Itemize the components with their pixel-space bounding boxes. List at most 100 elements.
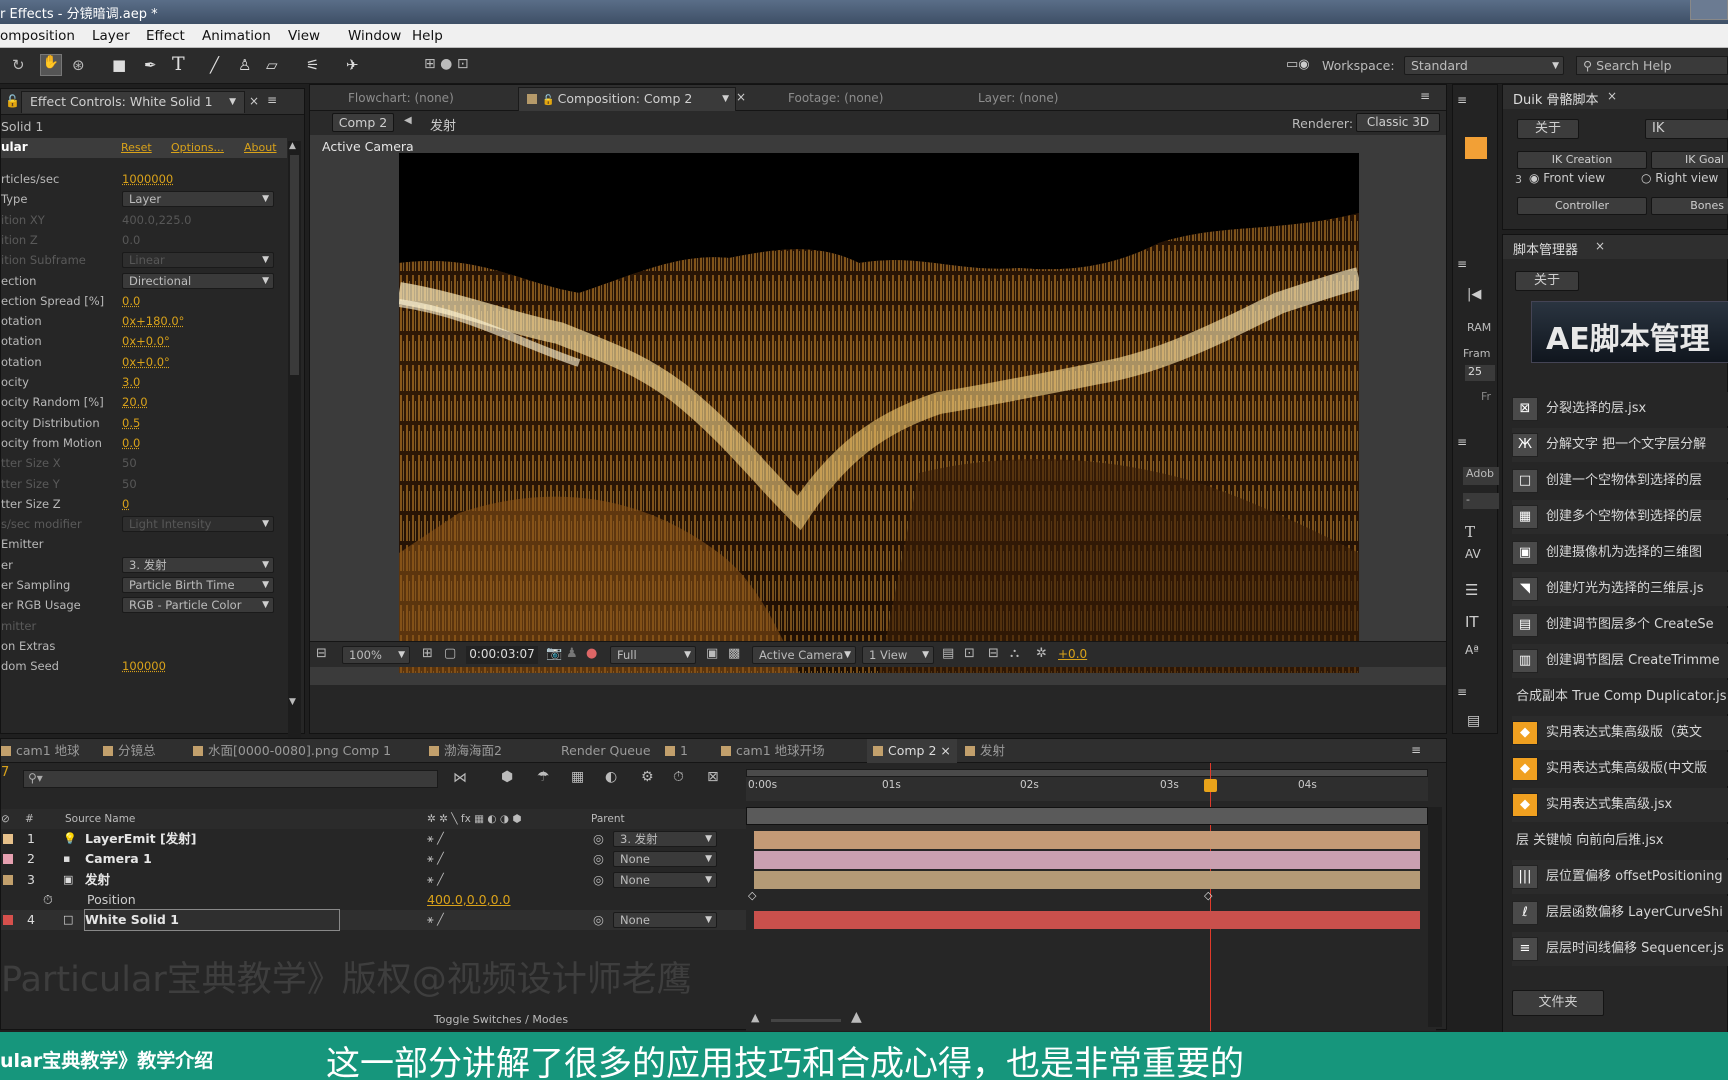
script-item[interactable]: ⊠ 分裂选择的层.jsx bbox=[1512, 392, 1728, 426]
always-preview-icon[interactable]: ⊟ bbox=[316, 646, 327, 661]
exposure-value[interactable]: +0.0 bbox=[1058, 647, 1087, 661]
frame-blending-icon[interactable]: ▦ bbox=[571, 769, 584, 785]
pickwhip-icon[interactable]: ◎ bbox=[593, 849, 604, 869]
mask-visibility-icon[interactable]: ▢ bbox=[444, 646, 456, 661]
front-view-radio[interactable]: ◉ Front view bbox=[1529, 171, 1605, 185]
pickwhip-icon[interactable]: ◎ bbox=[593, 910, 604, 930]
flowchart-icon[interactable]: ⛬ bbox=[1010, 646, 1019, 661]
script-item[interactable]: ◆ 实用表达式集高级版（英文 bbox=[1512, 716, 1728, 750]
resolution-select[interactable]: Full ▼ bbox=[610, 646, 696, 664]
menu-item[interactable]: Animation bbox=[202, 28, 271, 44]
show-snapshot-icon[interactable]: ♟ bbox=[566, 646, 578, 661]
property-select[interactable]: RGB - Particle Color ▼ bbox=[122, 597, 274, 614]
duik-tab[interactable]: Duik 骨骼脚本 bbox=[1513, 89, 1599, 108]
ik-tab-button[interactable]: IK bbox=[1645, 119, 1728, 139]
script-manager-tab[interactable]: 脚本管理器 bbox=[1513, 239, 1578, 258]
menu-item[interactable]: View bbox=[288, 28, 320, 44]
pickwhip-icon[interactable]: ◎ bbox=[593, 870, 604, 890]
rotate-tool-icon[interactable]: ↻ bbox=[12, 56, 25, 74]
timeline-scrollbar[interactable] bbox=[1428, 807, 1442, 1027]
current-time-field[interactable]: 0:00:03:07 bbox=[466, 646, 538, 664]
scroll-up-icon[interactable]: ▲ bbox=[289, 141, 296, 151]
panel-menu-icon[interactable]: ≡ bbox=[1457, 685, 1467, 699]
timeline-tab[interactable]: Comp 2 × bbox=[867, 739, 957, 763]
draft-3d-icon[interactable]: ⬢ bbox=[501, 769, 513, 785]
script-item[interactable]: 合成副本 True Comp Duplicator.js bbox=[1512, 680, 1728, 714]
renderer-select[interactable]: Classic 3D bbox=[1356, 113, 1440, 132]
color-swatch[interactable] bbox=[1465, 137, 1487, 159]
script-item[interactable]: ▣ 创建摄像机为选择的三维图 bbox=[1512, 536, 1728, 570]
bones-button[interactable]: Bones bbox=[1651, 197, 1728, 215]
effect-controls-scrollbar[interactable]: ▲ ▼ bbox=[288, 141, 301, 793]
property-select[interactable]: 3. 发射 ▼ bbox=[122, 556, 274, 573]
property-select[interactable]: Directional ▼ bbox=[122, 272, 274, 289]
property-value[interactable]: 0.0 bbox=[122, 433, 140, 453]
about-link[interactable]: About bbox=[244, 141, 277, 154]
layer-switches[interactable]: ⚹ ╱ bbox=[427, 870, 444, 890]
tab-layer[interactable]: Layer: (none) bbox=[978, 85, 1058, 111]
parent-select[interactable]: None ▼ bbox=[613, 851, 717, 868]
stopwatch-icon[interactable]: ⏱ bbox=[43, 890, 53, 910]
timeline-graph[interactable]: 0:00s 01s 02s 03s 04s ◇ ◇ bbox=[746, 763, 1442, 1031]
menu-item[interactable]: Layer bbox=[92, 28, 130, 44]
first-frame-icon[interactable]: |◀ bbox=[1467, 287, 1481, 302]
transparency-grid-icon[interactable]: ▩ bbox=[728, 646, 740, 661]
panel-menu-icon[interactable]: ≡ bbox=[1411, 743, 1421, 757]
close-icon[interactable]: × bbox=[1595, 239, 1605, 253]
layer-bar-3[interactable] bbox=[754, 871, 1420, 889]
layer-name[interactable]: LayerEmit [发射] bbox=[85, 829, 196, 849]
timeline-tab[interactable]: 1 bbox=[665, 739, 688, 763]
toggle-pixel-aspect-icon[interactable]: ▤ bbox=[942, 646, 954, 661]
full-screen-checkbox[interactable]: Fr bbox=[1481, 390, 1491, 403]
safe-zones-icon[interactable]: ⊞ bbox=[422, 646, 433, 661]
source-name-column[interactable]: Source Name bbox=[65, 809, 135, 829]
breadcrumb-comp2[interactable]: Comp 2 bbox=[332, 113, 394, 132]
property-value[interactable]: 3.0 bbox=[122, 372, 140, 392]
timeline-tab[interactable]: 水面[0000-0080].png Comp 1 bbox=[193, 739, 391, 763]
script-item[interactable]: ||| 层位置偏移 offsetPositioning bbox=[1512, 860, 1728, 894]
layer-row[interactable]: ⏱ Position 400.0,0.0,0.0 bbox=[1, 890, 746, 910]
controller-button[interactable]: Controller bbox=[1517, 197, 1647, 215]
effect-controls-tab[interactable]: Effect Controls: White Solid 1 ▼ bbox=[21, 91, 245, 113]
script-item[interactable]: ◆ 实用表达式集高级.jsx bbox=[1512, 788, 1728, 822]
time-ruler[interactable]: 0:00s 01s 02s 03s 04s bbox=[746, 769, 1428, 801]
script-item[interactable]: ℓ 层层函数偏移 LayerCurveShi bbox=[1512, 896, 1728, 930]
panel-menu-icon[interactable]: ≡ bbox=[1457, 435, 1467, 449]
script-item[interactable]: ▤ 创建调节图层多个 CreateSe bbox=[1512, 608, 1728, 642]
property-select[interactable]: Linear ▼ bbox=[122, 252, 274, 269]
rectangle-tool-icon[interactable]: ■ bbox=[112, 56, 126, 74]
menu-item[interactable]: Window bbox=[348, 28, 401, 44]
hand-tool-icon[interactable]: ✋ bbox=[40, 54, 62, 76]
brush-tool-icon[interactable]: ╱ bbox=[210, 56, 219, 74]
toggle-switches-modes-button[interactable]: Toggle Switches / Modes bbox=[421, 1011, 581, 1029]
camera-select[interactable]: Active Camera ▼ bbox=[752, 646, 856, 664]
channel-icon[interactable]: ● bbox=[586, 646, 597, 661]
layer-row[interactable]: 1 💡 LayerEmit [发射] ⚹ ╱ ◎ 3. 发射 ▼ bbox=[1, 829, 746, 849]
duik-about-button[interactable]: 关于 bbox=[1517, 119, 1579, 139]
property-value[interactable]: 0x+180.0° bbox=[122, 311, 184, 331]
layer-name[interactable]: 发射 bbox=[85, 870, 110, 890]
property-value[interactable]: 1000000 bbox=[122, 169, 173, 189]
motion-blur-icon[interactable]: ◐ bbox=[605, 769, 617, 785]
layer-search-input[interactable]: ⚲▾ bbox=[23, 770, 438, 788]
keyframe-diamond[interactable]: ◇ bbox=[1204, 889, 1212, 902]
script-item[interactable]: 层 关键帧 向前向后推.jsx bbox=[1512, 824, 1728, 858]
region-of-interest-icon[interactable]: ▣ bbox=[706, 646, 718, 661]
paragraph-align-icon[interactable]: ▤ bbox=[1467, 713, 1480, 729]
close-icon[interactable]: × bbox=[1607, 89, 1617, 103]
maximize-button[interactable] bbox=[1690, 0, 1728, 20]
layer-name[interactable]: White Solid 1 bbox=[84, 909, 340, 932]
property-value[interactable]: 0x+0.0° bbox=[122, 352, 170, 372]
layer-switches[interactable]: ⚹ ╱ bbox=[427, 910, 444, 930]
layer-color-label[interactable] bbox=[3, 915, 13, 926]
script-item[interactable]: ◆ 实用表达式集高级版(中文版 bbox=[1512, 752, 1728, 786]
snapshot-icon[interactable]: 📷 bbox=[546, 646, 562, 661]
pickwhip-icon[interactable]: ◎ bbox=[593, 829, 604, 849]
tab-flowchart[interactable]: Flowchart: (none) bbox=[348, 85, 454, 111]
pen-tool-icon[interactable]: ✒ bbox=[144, 56, 157, 74]
position-value[interactable]: 400.0,0.0,0.0 bbox=[427, 890, 511, 910]
scroll-thumb[interactable] bbox=[290, 155, 299, 375]
roto-brush-tool-icon[interactable]: ⚟ bbox=[306, 56, 319, 74]
viewer-canvas[interactable]: Active Camera bbox=[310, 135, 1446, 685]
timeline-icon[interactable]: ⊟ bbox=[988, 646, 999, 661]
